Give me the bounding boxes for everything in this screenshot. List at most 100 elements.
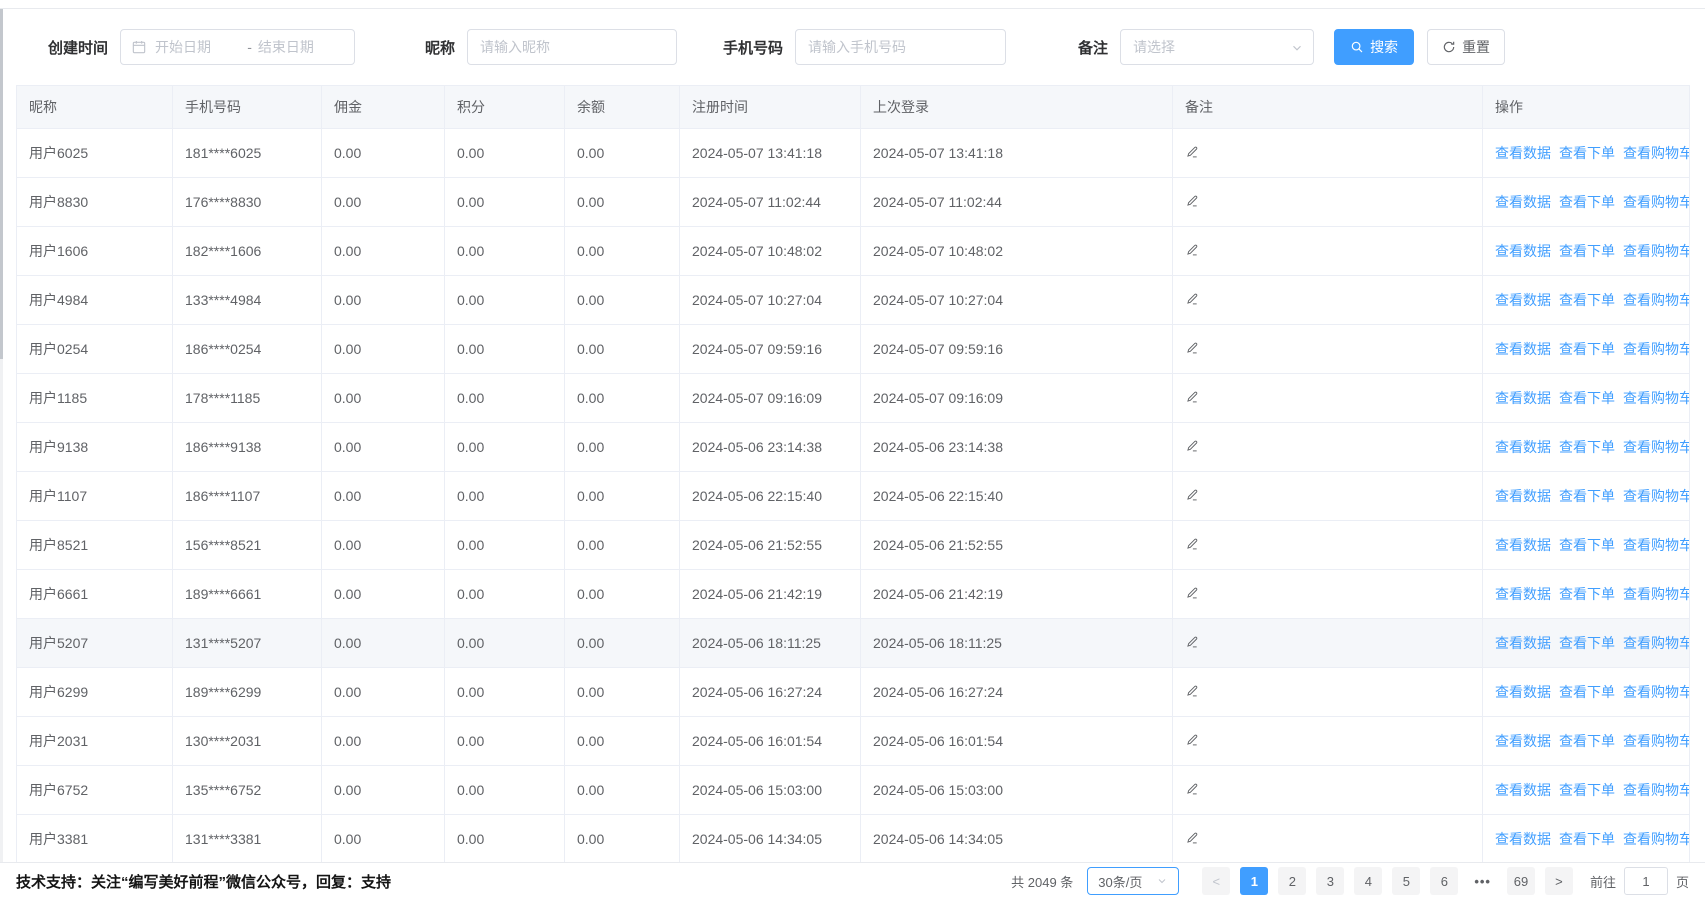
- view-order-link[interactable]: 查看下单: [1559, 586, 1615, 602]
- cell-register-time: 2024-05-06 22:15:40: [680, 472, 861, 521]
- cell-last-login: 2024-05-07 09:59:16: [861, 325, 1173, 374]
- filter-phone: 手机号码: [723, 29, 1006, 65]
- view-cart-link[interactable]: 查看购物车: [1623, 194, 1690, 210]
- view-cart-link[interactable]: 查看购物车: [1623, 635, 1690, 651]
- view-data-link[interactable]: 查看数据: [1495, 537, 1551, 553]
- view-order-link[interactable]: 查看下单: [1559, 292, 1615, 308]
- view-cart-link[interactable]: 查看购物车: [1623, 831, 1690, 847]
- view-data-link[interactable]: 查看数据: [1495, 635, 1551, 651]
- edit-remark-icon[interactable]: [1185, 733, 1199, 747]
- view-data-link[interactable]: 查看数据: [1495, 341, 1551, 357]
- view-data-link[interactable]: 查看数据: [1495, 831, 1551, 847]
- view-data-link[interactable]: 查看数据: [1495, 243, 1551, 259]
- page-button-5[interactable]: 5: [1392, 867, 1420, 895]
- view-order-link[interactable]: 查看下单: [1559, 782, 1615, 798]
- view-data-link[interactable]: 查看数据: [1495, 782, 1551, 798]
- page-button-2[interactable]: 2: [1278, 867, 1306, 895]
- phone-input[interactable]: [795, 29, 1006, 65]
- edit-remark-icon[interactable]: [1185, 390, 1199, 404]
- view-cart-link[interactable]: 查看购物车: [1623, 439, 1690, 455]
- view-order-link[interactable]: 查看下单: [1559, 635, 1615, 651]
- page-button-4[interactable]: 4: [1354, 867, 1382, 895]
- view-cart-link[interactable]: 查看购物车: [1623, 390, 1690, 406]
- create-time-range-picker[interactable]: 开始日期 - 结束日期: [120, 29, 355, 65]
- view-data-link[interactable]: 查看数据: [1495, 439, 1551, 455]
- search-button[interactable]: 搜索: [1334, 29, 1414, 65]
- view-order-link[interactable]: 查看下单: [1559, 194, 1615, 210]
- view-cart-link[interactable]: 查看购物车: [1623, 243, 1690, 259]
- view-order-link[interactable]: 查看下单: [1559, 684, 1615, 700]
- view-cart-link[interactable]: 查看购物车: [1623, 733, 1690, 749]
- edit-remark-icon[interactable]: [1185, 635, 1199, 649]
- view-order-link[interactable]: 查看下单: [1559, 439, 1615, 455]
- edit-remark-icon[interactable]: [1185, 586, 1199, 600]
- view-order-link[interactable]: 查看下单: [1559, 243, 1615, 259]
- cell-balance: 0.00: [565, 325, 680, 374]
- edit-remark-icon[interactable]: [1185, 243, 1199, 257]
- view-cart-link[interactable]: 查看购物车: [1623, 537, 1690, 553]
- cell-nickname: 用户3381: [17, 815, 173, 864]
- view-data-link[interactable]: 查看数据: [1495, 292, 1551, 308]
- edit-remark-icon[interactable]: [1185, 684, 1199, 698]
- edit-remark-icon[interactable]: [1185, 439, 1199, 453]
- cell-phone: 176****8830: [173, 178, 322, 227]
- cell-nickname: 用户6025: [17, 129, 173, 178]
- view-cart-link[interactable]: 查看购物车: [1623, 488, 1690, 504]
- view-data-link[interactable]: 查看数据: [1495, 586, 1551, 602]
- view-data-link[interactable]: 查看数据: [1495, 733, 1551, 749]
- start-date-placeholder[interactable]: 开始日期: [155, 37, 241, 57]
- page-button-69[interactable]: 69: [1507, 867, 1535, 895]
- row-actions: 查看数据查看下单查看购物车: [1483, 619, 1690, 668]
- remark-select[interactable]: 请选择: [1120, 29, 1314, 65]
- edit-remark-icon[interactable]: [1185, 537, 1199, 551]
- reset-button[interactable]: 重置: [1427, 29, 1505, 65]
- end-date-placeholder[interactable]: 结束日期: [258, 37, 344, 57]
- row-actions: 查看数据查看下单查看购物车: [1483, 815, 1690, 864]
- view-order-link[interactable]: 查看下单: [1559, 733, 1615, 749]
- view-data-link[interactable]: 查看数据: [1495, 684, 1551, 700]
- view-order-link[interactable]: 查看下单: [1559, 145, 1615, 161]
- row-actions: 查看数据查看下单查看购物车: [1483, 521, 1690, 570]
- cell-register-time: 2024-05-07 11:02:44: [680, 178, 861, 227]
- page-size-select[interactable]: 30条/页: [1087, 867, 1179, 895]
- view-cart-link[interactable]: 查看购物车: [1623, 782, 1690, 798]
- edit-remark-icon[interactable]: [1185, 831, 1199, 845]
- cell-phone: 189****6661: [173, 570, 322, 619]
- edit-remark-icon[interactable]: [1185, 782, 1199, 796]
- nickname-input[interactable]: [467, 29, 677, 65]
- pagination-ellipsis-button[interactable]: •••: [1468, 867, 1497, 895]
- view-order-link[interactable]: 查看下单: [1559, 537, 1615, 553]
- goto-page-input[interactable]: [1624, 867, 1668, 895]
- view-data-link[interactable]: 查看数据: [1495, 488, 1551, 504]
- pagination-next-button[interactable]: >: [1545, 867, 1573, 895]
- view-order-link[interactable]: 查看下单: [1559, 390, 1615, 406]
- cell-points: 0.00: [445, 766, 565, 815]
- cell-remark: [1173, 619, 1483, 668]
- cell-remark: [1173, 815, 1483, 864]
- view-order-link[interactable]: 查看下单: [1559, 488, 1615, 504]
- column-header-1: 昵称: [17, 86, 173, 129]
- pagination-prev-button[interactable]: <: [1202, 867, 1230, 895]
- left-scrollbar[interactable]: [0, 9, 3, 899]
- view-data-link[interactable]: 查看数据: [1495, 194, 1551, 210]
- view-data-link[interactable]: 查看数据: [1495, 145, 1551, 161]
- edit-remark-icon[interactable]: [1185, 145, 1199, 159]
- page-button-1[interactable]: 1: [1240, 867, 1268, 895]
- view-cart-link[interactable]: 查看购物车: [1623, 586, 1690, 602]
- view-order-link[interactable]: 查看下单: [1559, 831, 1615, 847]
- create-time-label: 创建时间: [48, 37, 108, 58]
- view-cart-link[interactable]: 查看购物车: [1623, 341, 1690, 357]
- edit-remark-icon[interactable]: [1185, 488, 1199, 502]
- view-cart-link[interactable]: 查看购物车: [1623, 145, 1690, 161]
- cell-last-login: 2024-05-06 21:42:19: [861, 570, 1173, 619]
- view-data-link[interactable]: 查看数据: [1495, 390, 1551, 406]
- edit-remark-icon[interactable]: [1185, 341, 1199, 355]
- page-button-3[interactable]: 3: [1316, 867, 1344, 895]
- edit-remark-icon[interactable]: [1185, 194, 1199, 208]
- view-order-link[interactable]: 查看下单: [1559, 341, 1615, 357]
- view-cart-link[interactable]: 查看购物车: [1623, 292, 1690, 308]
- goto-unit: 页: [1676, 872, 1689, 891]
- edit-remark-icon[interactable]: [1185, 292, 1199, 306]
- page-button-6[interactable]: 6: [1430, 867, 1458, 895]
- view-cart-link[interactable]: 查看购物车: [1623, 684, 1690, 700]
